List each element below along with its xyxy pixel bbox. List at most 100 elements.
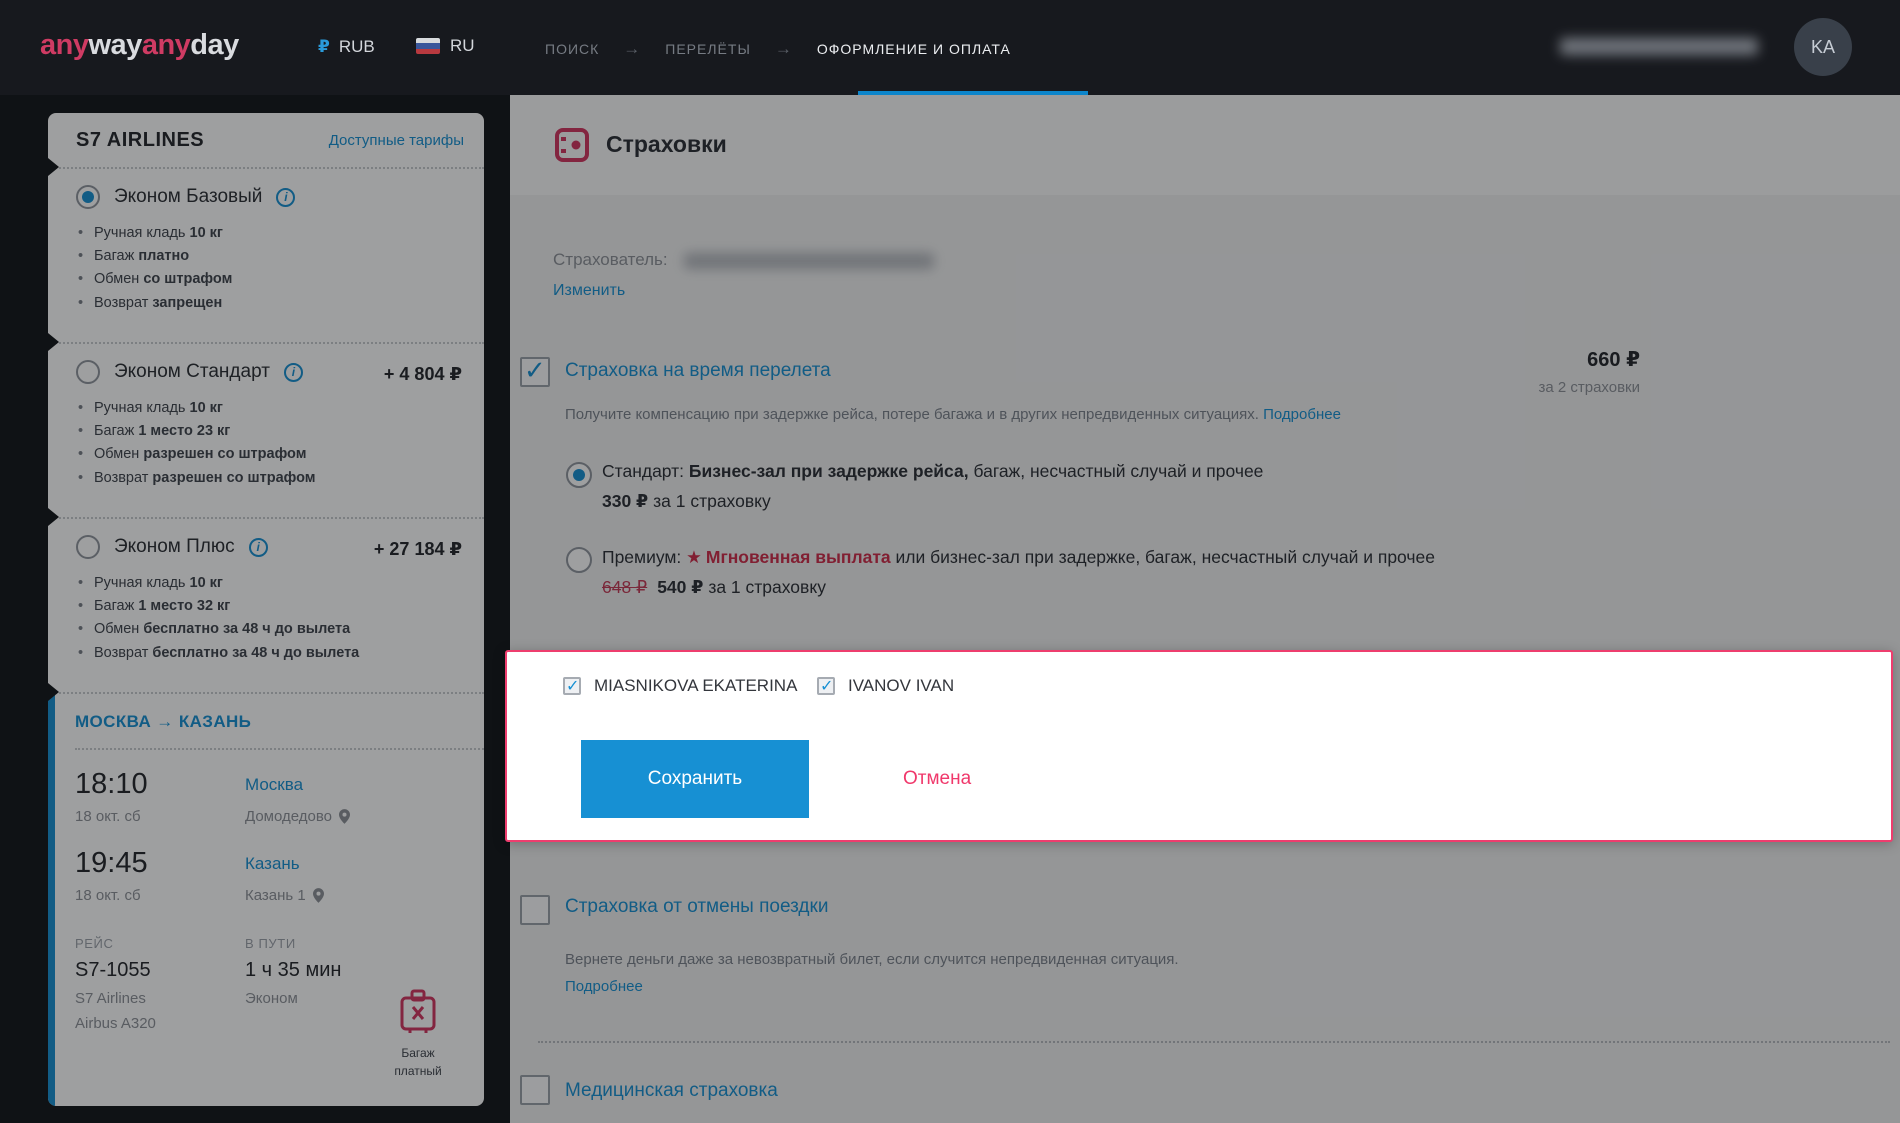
fare-name[interactable]: Эконом Плюс	[114, 536, 235, 558]
breadcrumb-search[interactable]: ПОИСК	[545, 41, 599, 57]
medical-insurance-checkbox[interactable]	[520, 1075, 550, 1105]
page-title: Страховки	[606, 131, 727, 158]
anywayanyday-logo[interactable]: anywayanyday	[40, 29, 239, 62]
fare-option-econom-standart[interactable]: Эконом Стандарт i + 4 804 ₽ Ручная кладь…	[48, 342, 484, 517]
arrival-date: 18 окт. сб	[75, 887, 245, 904]
route-title: МОСКВА → КАЗАНЬ	[55, 694, 484, 748]
flight-insurance-price: 660 ₽ за 2 страховки	[1495, 347, 1640, 396]
segment-arrival: 19:45 Казань 18 окт. сб Казань 1	[75, 847, 484, 904]
checked-checkbox-icon[interactable]	[817, 677, 835, 695]
fare-features: Ручная кладь 10 кг Багаж 1 место 32 кг О…	[76, 572, 462, 665]
logo-part: any	[142, 29, 190, 61]
fare-price: + 27 184 ₽	[374, 539, 462, 560]
arrival-airport: Казань 1	[245, 887, 484, 904]
standard-option-radio[interactable]	[566, 462, 592, 488]
info-icon[interactable]: i	[249, 538, 268, 557]
fare-feature: Ручная кладь 10 кг	[76, 572, 462, 595]
passenger-name: IVANOV IVAN	[848, 676, 954, 696]
arrival-city[interactable]: Казань	[245, 854, 484, 874]
aircraft-type: Airbus A320	[75, 1015, 245, 1032]
breadcrumb-arrow-icon: →	[623, 39, 641, 59]
change-insured-link[interactable]: Изменить	[553, 282, 934, 300]
ruble-icon: ₽	[318, 37, 330, 56]
save-button[interactable]: Сохранить	[581, 740, 809, 818]
info-icon[interactable]: i	[276, 188, 295, 207]
option-price: 330 ₽	[602, 491, 648, 511]
medical-insurance-title[interactable]: Медицинская страховка	[565, 1080, 778, 1102]
card-notch	[48, 683, 59, 701]
fare-feature: Возврат разрешен со штрафом	[76, 467, 462, 490]
breadcrumb-checkout-active[interactable]: ОФОРМЛЕНИЕ И ОПЛАТА	[817, 41, 1011, 57]
fare-feature: Обмен бесплатно за 48 ч до вылета	[76, 618, 462, 641]
language-selector[interactable]: RU	[416, 36, 475, 56]
standard-option[interactable]: Стандарт: Бизнес-зал при задержке рейса,…	[602, 457, 1512, 517]
breadcrumb: ПОИСК → ПЕРЕЛЁТЫ → ОФОРМЛЕНИЕ И ОПЛАТА	[545, 39, 1011, 59]
map-pin-icon	[313, 888, 324, 903]
currency-selector[interactable]: ₽ RUB	[318, 37, 375, 57]
fare-radio[interactable]	[76, 360, 100, 384]
cancel-insurance-checkbox[interactable]	[520, 895, 550, 925]
fare-feature: Возврат бесплатно за 48 ч до вылета	[76, 642, 462, 665]
fare-feature: Багаж 1 место 23 кг	[76, 420, 462, 443]
fare-features: Ручная кладь 10 кг Багаж платно Обмен со…	[76, 222, 462, 315]
fare-option-econom-plus[interactable]: Эконом Плюс i + 27 184 ₽ Ручная кладь 10…	[48, 517, 484, 692]
premium-option[interactable]: Премиум: ★Мгновенная выплата или бизнес-…	[602, 543, 1512, 603]
card-notch	[48, 158, 59, 176]
fare-sidebar: S7 AIRLINES Доступные тарифы Эконом Базо…	[48, 113, 484, 1106]
option-price: 540 ₽	[657, 577, 703, 597]
segment-departure: 18:10 Москва 18 окт. сб Домодедово	[75, 768, 484, 825]
airline-name: S7 AIRLINES	[76, 129, 204, 152]
operating-airline: S7 Airlines	[75, 990, 245, 1007]
breadcrumb-flights[interactable]: ПЕРЕЛЁТЫ	[665, 41, 751, 57]
flight-summary: МОСКВА → КАЗАНЬ 18:10 Москва 18 окт. сб …	[48, 692, 484, 1106]
info-icon[interactable]: i	[284, 363, 303, 382]
passenger-checkbox-item[interactable]: MIASNIKOVA EKATERINA	[563, 676, 797, 696]
more-link[interactable]: Подробнее	[565, 978, 643, 995]
flight-insurance-description: Получите компенсацию при задержке рейса,…	[565, 401, 1385, 428]
route-arrow-icon: →	[156, 712, 173, 731]
departure-city[interactable]: Москва	[245, 775, 484, 795]
currency-code: RUB	[339, 37, 375, 56]
paid-baggage-indicator: Багаж платный	[380, 989, 456, 1080]
fare-option-econom-bazovyi[interactable]: Эконом Базовый i Ручная кладь 10 кг Бага…	[48, 167, 484, 342]
option-old-price: 648 ₽	[602, 577, 647, 597]
duration-value: 1 ч 35 мин	[245, 959, 484, 982]
fare-name[interactable]: Эконом Стандарт	[114, 361, 270, 383]
departure-time: 18:10	[75, 768, 245, 801]
insurance-section: Страховки Страхователь: Изменить Страхов…	[510, 95, 1900, 1123]
fare-radio-selected[interactable]	[76, 185, 100, 209]
flight-number: S7-1055	[75, 959, 245, 982]
flight-insurance-checkbox[interactable]	[520, 357, 550, 387]
russia-flag-icon	[416, 38, 440, 54]
fare-name[interactable]: Эконом Базовый	[114, 186, 262, 208]
passenger-checkbox-item[interactable]: IVANOV IVAN	[817, 676, 954, 696]
active-tab-underline	[858, 91, 1088, 95]
fare-feature: Ручная кладь 10 кг	[76, 222, 462, 245]
avatar[interactable]: KA	[1794, 18, 1852, 76]
fare-feature: Обмен разрешен со штрафом	[76, 443, 462, 466]
checked-checkbox-icon[interactable]	[563, 677, 581, 695]
available-tariffs-link[interactable]: Доступные тарифы	[329, 132, 464, 149]
fare-radio[interactable]	[76, 535, 100, 559]
arrival-time: 19:45	[75, 847, 245, 880]
flight-label: РЕЙС	[75, 936, 245, 951]
passenger-name: MIASNIKOVA EKATERINA	[594, 676, 797, 696]
flight-insurance-title[interactable]: Страховка на время перелета	[565, 360, 831, 382]
divider	[538, 1041, 1890, 1043]
departure-airport: Домодедово	[245, 808, 484, 825]
fare-feature: Возврат запрещен	[76, 292, 462, 315]
logo-part: any	[40, 29, 88, 61]
sidebar-airline-header: S7 AIRLINES Доступные тарифы	[48, 113, 484, 167]
cancel-link[interactable]: Отмена	[903, 740, 971, 818]
price-value: 660 ₽	[1495, 347, 1640, 372]
insured-person-block: Страхователь: Изменить	[553, 250, 934, 300]
top-header: anywayanyday ₽ RUB RU ПОИСК → ПЕРЕЛЁТЫ → …	[0, 0, 1900, 95]
cancel-insurance-title[interactable]: Страховка от отмены поездки	[565, 896, 828, 918]
star-icon: ★	[686, 547, 702, 567]
cancel-insurance-description: Вернете деньги даже за невозвратный биле…	[565, 946, 1465, 1000]
premium-option-radio[interactable]	[566, 547, 592, 573]
more-link[interactable]: Подробнее	[1263, 406, 1341, 423]
departure-date: 18 окт. сб	[75, 808, 245, 825]
fare-feature: Багаж платно	[76, 245, 462, 268]
insured-label: Страхователь:	[553, 250, 668, 269]
